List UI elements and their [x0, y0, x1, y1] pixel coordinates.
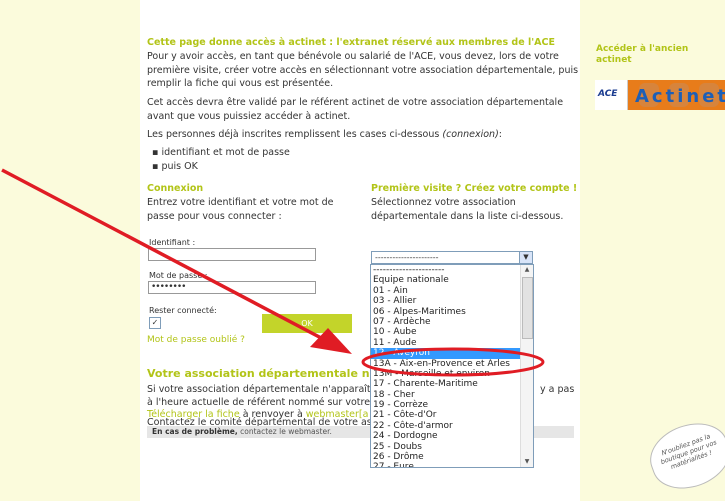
- annotation-arrow-line: [1, 168, 326, 342]
- annotation-arrowhead: [310, 328, 352, 354]
- annotation-overlay: [1, 168, 545, 377]
- annotation-highlight-ellipse: [361, 347, 545, 377]
